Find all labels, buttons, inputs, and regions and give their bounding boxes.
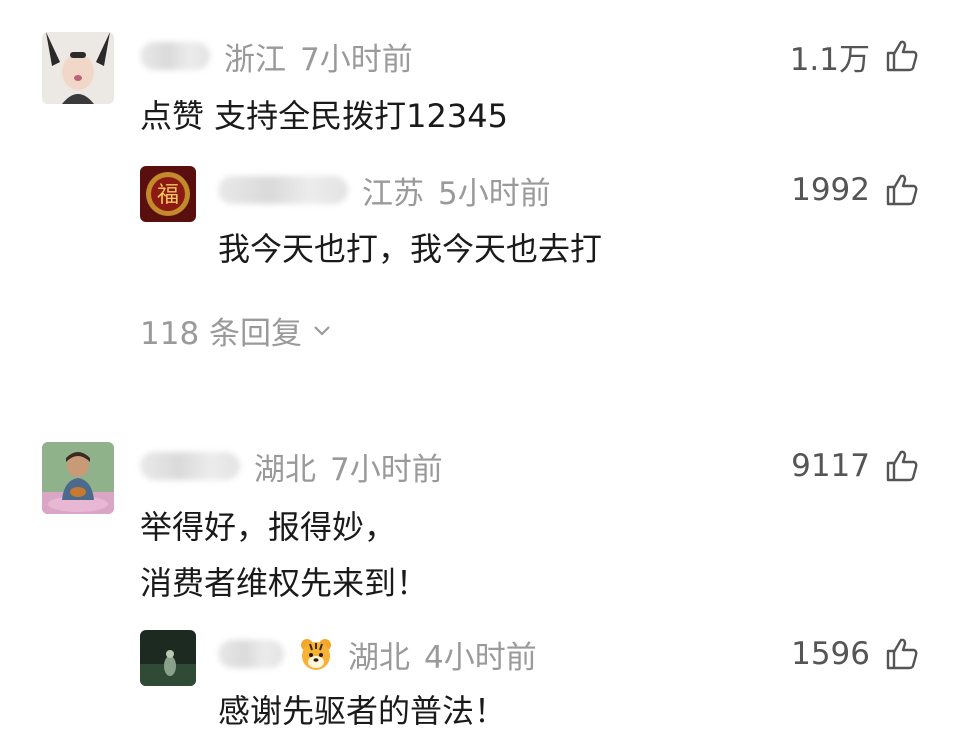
- reply-text: 感谢先驱者的普法！: [218, 692, 507, 730]
- like-button[interactable]: 1.1万: [789, 36, 920, 78]
- username-blurred[interactable]: [218, 640, 284, 668]
- reply-avatar[interactable]: [140, 630, 196, 686]
- avatar[interactable]: [42, 442, 114, 514]
- timestamp: 4小时前: [424, 639, 537, 676]
- like-button[interactable]: 1992: [791, 170, 920, 210]
- like-count: 1.1万: [789, 41, 870, 78]
- reply-avatar[interactable]: 福: [140, 166, 196, 222]
- comment-meta: 湖北 7小时前: [140, 446, 443, 488]
- comment-text-line: 消费者维权先来到！: [140, 564, 429, 602]
- avatar[interactable]: [42, 32, 114, 104]
- comment-text-line: 举得好，报得妙，: [140, 508, 397, 546]
- thumbs-up-icon: [886, 40, 918, 72]
- thumbs-up-icon: [886, 638, 918, 670]
- timestamp: 7小时前: [330, 451, 443, 488]
- reply-meta: 湖北 4小时前: [218, 634, 537, 676]
- username-blurred[interactable]: [218, 176, 348, 204]
- replies-count: 118 条回复: [140, 315, 303, 352]
- like-count: 9117: [791, 448, 870, 484]
- comment-item: 浙江 7小时前 1.1万 点赞 支持全民拨打12345 福 江苏 5小时前 19…: [0, 0, 960, 380]
- like-button[interactable]: 9117: [791, 446, 920, 486]
- username-blurred[interactable]: [140, 42, 210, 70]
- location: 湖北: [254, 451, 316, 488]
- location: 江苏: [362, 175, 424, 212]
- tiger-face-emoji: [301, 639, 331, 670]
- svg-text:福: 福: [157, 183, 179, 208]
- timestamp: 5小时前: [438, 175, 551, 212]
- location: 浙江: [224, 41, 286, 78]
- reply-text: 我今天也打，我今天也去打: [218, 230, 603, 268]
- like-button[interactable]: 1596: [791, 634, 920, 674]
- reply-meta: 江苏 5小时前: [218, 170, 551, 212]
- like-count: 1596: [791, 636, 870, 672]
- username-blurred[interactable]: [140, 452, 240, 480]
- chevron-down-icon: [314, 326, 330, 336]
- comment-item: 湖北 7小时前 9117 举得好，报得妙， 消费者维权先来到！ 湖北 4小时前 …: [0, 420, 960, 732]
- view-replies-button[interactable]: 118 条回复: [140, 308, 332, 352]
- like-count: 1992: [791, 172, 870, 208]
- comment-meta: 浙江 7小时前: [140, 36, 413, 78]
- thumbs-up-icon: [886, 174, 918, 206]
- timestamp: 7小时前: [300, 41, 413, 78]
- comment-text: 点赞 支持全民拨打12345: [140, 97, 508, 135]
- thumbs-up-icon: [886, 450, 918, 482]
- location: 湖北: [348, 639, 410, 676]
